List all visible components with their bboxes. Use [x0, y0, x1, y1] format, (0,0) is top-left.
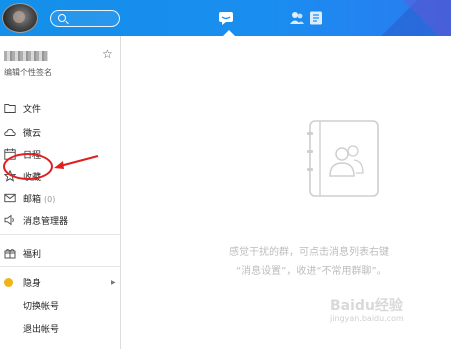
mail-count: (0) — [44, 194, 56, 204]
sidebar-item-status-invisible[interactable]: 隐身 ▶ — [0, 272, 121, 292]
sidebar-item-files[interactable]: 文件 — [0, 98, 121, 118]
mail-icon — [4, 193, 16, 203]
switch-account-button[interactable]: 切换帐号 — [0, 295, 121, 315]
sidebar-item-label: 切换帐号 — [23, 301, 60, 312]
decorative-corner-2 — [391, 0, 451, 36]
gift-icon — [4, 248, 16, 259]
search-box[interactable] — [50, 10, 120, 27]
sidebar-item-message-manager[interactable]: 消息管理器 — [0, 210, 121, 230]
sidebar-item-label: 邮箱 (0) — [23, 194, 56, 205]
documents-tab-icon[interactable] — [308, 11, 324, 25]
sidebar-item-label: 隐身 — [23, 278, 42, 289]
sidebar-item-weiyun[interactable]: 微云 — [0, 122, 121, 142]
speaker-icon — [4, 214, 14, 226]
sidebar-item-benefits[interactable]: 福利 — [0, 243, 121, 263]
sidebar: 编辑个性签名 ☆ 文件 微云 日程 收藏 邮箱 (0) 消息管理器 福利 隐身 … — [0, 36, 121, 349]
contacts-tab-icon[interactable] — [289, 11, 305, 25]
search-icon — [58, 14, 66, 22]
profile-section: 编辑个性签名 ☆ — [0, 36, 121, 88]
sidebar-item-label: 微云 — [23, 128, 42, 139]
avatar[interactable] — [2, 3, 38, 33]
sidebar-item-mail[interactable]: 邮箱 (0) — [0, 188, 121, 208]
empty-state-book-icon — [307, 120, 379, 197]
signature-edit-link[interactable]: 编辑个性签名 — [4, 67, 52, 78]
annotation-arrow — [54, 155, 99, 169]
watermark-brand: Baidu经验 — [330, 298, 403, 314]
top-bar — [0, 0, 451, 36]
watermark: Baidu经验 jingyan.baidu.com — [330, 295, 404, 323]
messages-tab-icon[interactable] — [218, 11, 234, 25]
submenu-arrow-icon: ▶ — [111, 278, 116, 286]
sidebar-item-label: 福利 — [23, 249, 42, 260]
divider — [0, 234, 121, 235]
annotation-circle — [3, 153, 53, 180]
empty-hint-line-1: 感觉干扰的群，可点击消息列表右键 — [229, 247, 389, 258]
cloud-icon — [4, 128, 16, 136]
status-dot-icon — [4, 277, 13, 287]
sidebar-item-label: 退出帐号 — [23, 324, 60, 335]
logout-button[interactable]: 退出帐号 — [0, 318, 121, 338]
divider — [0, 266, 121, 267]
nickname-blurred — [4, 51, 48, 61]
favorite-star-icon[interactable]: ☆ — [102, 48, 113, 60]
sidebar-item-label: 文件 — [23, 104, 42, 115]
contacts-book-icon — [184, 120, 256, 196]
folder-icon — [4, 104, 16, 113]
empty-hint-line-2: “消息设置”，收进“不常用群聊”。 — [236, 266, 387, 277]
watermark-url: jingyan.baidu.com — [330, 314, 404, 323]
sidebar-item-label: 消息管理器 — [23, 216, 69, 227]
